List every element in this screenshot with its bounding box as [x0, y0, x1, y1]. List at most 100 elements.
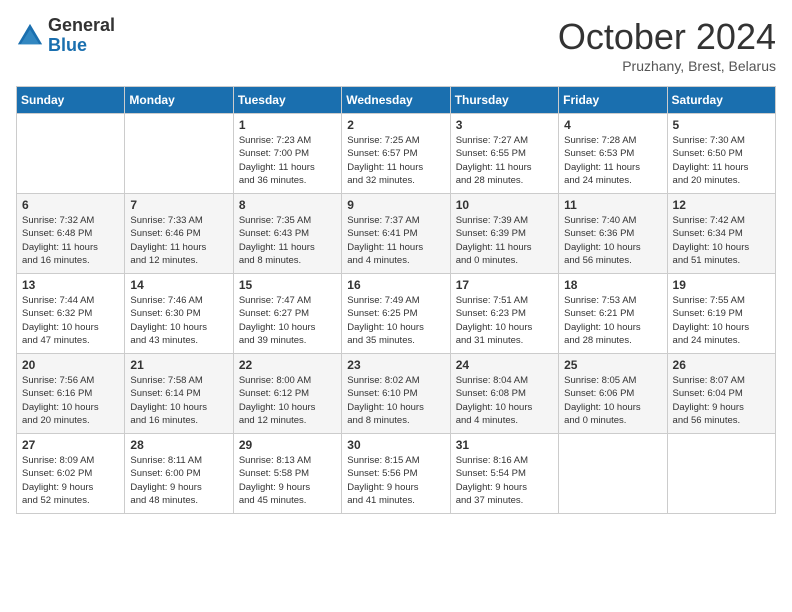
calendar-cell: 24 Sunrise: 8:04 AM Sunset: 6:08 PM Dayli… [450, 354, 558, 434]
week-row-5: 27 Sunrise: 8:09 AM Sunset: 6:02 PM Dayli… [17, 434, 776, 514]
day-info: Sunrise: 8:13 AM Sunset: 5:58 PM Dayligh… [239, 454, 336, 507]
day-header-wednesday: Wednesday [342, 87, 450, 114]
day-number: 10 [456, 198, 553, 212]
day-header-sunday: Sunday [17, 87, 125, 114]
day-header-tuesday: Tuesday [233, 87, 341, 114]
calendar-cell: 18Sunrise: 7:53 AM Sunset: 6:21 PM Dayli… [559, 274, 667, 354]
week-row-2: 6 Sunrise: 7:32 AM Sunset: 6:48 PM Daylig… [17, 194, 776, 274]
day-info: Sunrise: 7:53 AM Sunset: 6:21 PM Dayligh… [564, 294, 661, 347]
day-info: Sunrise: 8:00 AM Sunset: 6:12 PM Dayligh… [239, 374, 336, 427]
day-number: 1 [239, 118, 336, 132]
logo-general-text: General [48, 16, 115, 36]
day-info: Sunrise: 7:30 AM Sunset: 6:50 PM Dayligh… [673, 134, 770, 187]
calendar-cell: 22 Sunrise: 8:00 AM Sunset: 6:12 PM Dayli… [233, 354, 341, 434]
day-info: Sunrise: 8:02 AM Sunset: 6:10 PM Dayligh… [347, 374, 444, 427]
calendar-cell [125, 114, 233, 194]
day-number: 24 [456, 358, 553, 372]
day-info: Sunrise: 7:49 AM Sunset: 6:25 PM Dayligh… [347, 294, 444, 347]
day-info: Sunrise: 7:28 AM Sunset: 6:53 PM Dayligh… [564, 134, 661, 187]
day-info: Sunrise: 7:40 AM Sunset: 6:36 PM Dayligh… [564, 214, 661, 267]
day-number: 17 [456, 278, 553, 292]
calendar-cell: 26 Sunrise: 8:07 AM Sunset: 6:04 PM Dayli… [667, 354, 775, 434]
day-number: 15 [239, 278, 336, 292]
calendar-cell: 4Sunrise: 7:28 AM Sunset: 6:53 PM Daylig… [559, 114, 667, 194]
day-info: Sunrise: 7:25 AM Sunset: 6:57 PM Dayligh… [347, 134, 444, 187]
calendar-cell: 16Sunrise: 7:49 AM Sunset: 6:25 PM Dayli… [342, 274, 450, 354]
title-block: October 2024 Pruzhany, Brest, Belarus [558, 16, 776, 74]
calendar-cell: 20Sunrise: 7:56 AM Sunset: 6:16 PM Dayli… [17, 354, 125, 434]
calendar-cell: 7Sunrise: 7:33 AM Sunset: 6:46 PM Daylig… [125, 194, 233, 274]
calendar-cell: 14 Sunrise: 7:46 AM Sunset: 6:30 PM Dayli… [125, 274, 233, 354]
calendar-cell: 13 Sunrise: 7:44 AM Sunset: 6:32 PM Dayli… [17, 274, 125, 354]
day-info: Sunrise: 8:11 AM Sunset: 6:00 PM Dayligh… [130, 454, 227, 507]
day-number: 31 [456, 438, 553, 452]
day-number: 14 [130, 278, 227, 292]
day-number: 29 [239, 438, 336, 452]
calendar-cell: 25Sunrise: 8:05 AM Sunset: 6:06 PM Dayli… [559, 354, 667, 434]
day-number: 30 [347, 438, 444, 452]
calendar-cell: 21Sunrise: 7:58 AM Sunset: 6:14 PM Dayli… [125, 354, 233, 434]
day-number: 13 [22, 278, 119, 292]
day-number: 12 [673, 198, 770, 212]
day-info: Sunrise: 7:46 AM Sunset: 6:30 PM Dayligh… [130, 294, 227, 347]
day-number: 7 [130, 198, 227, 212]
day-info: Sunrise: 7:32 AM Sunset: 6:48 PM Dayligh… [22, 214, 119, 267]
day-header-saturday: Saturday [667, 87, 775, 114]
day-number: 8 [239, 198, 336, 212]
calendar-cell [17, 114, 125, 194]
day-number: 3 [456, 118, 553, 132]
calendar-cell: 5 Sunrise: 7:30 AM Sunset: 6:50 PM Daylig… [667, 114, 775, 194]
location-subtitle: Pruzhany, Brest, Belarus [558, 58, 776, 74]
day-number: 22 [239, 358, 336, 372]
calendar-cell: 2 Sunrise: 7:25 AM Sunset: 6:57 PM Daylig… [342, 114, 450, 194]
day-info: Sunrise: 7:42 AM Sunset: 6:34 PM Dayligh… [673, 214, 770, 267]
week-row-4: 20Sunrise: 7:56 AM Sunset: 6:16 PM Dayli… [17, 354, 776, 434]
week-row-1: 1 Sunrise: 7:23 AM Sunset: 7:00 PM Daylig… [17, 114, 776, 194]
day-info: Sunrise: 7:39 AM Sunset: 6:39 PM Dayligh… [456, 214, 553, 267]
day-info: Sunrise: 8:15 AM Sunset: 5:56 PM Dayligh… [347, 454, 444, 507]
day-info: Sunrise: 8:16 AM Sunset: 5:54 PM Dayligh… [456, 454, 553, 507]
header-row: SundayMondayTuesdayWednesdayThursdayFrid… [17, 87, 776, 114]
day-number: 19 [673, 278, 770, 292]
day-header-friday: Friday [559, 87, 667, 114]
day-info: Sunrise: 8:09 AM Sunset: 6:02 PM Dayligh… [22, 454, 119, 507]
day-info: Sunrise: 7:35 AM Sunset: 6:43 PM Dayligh… [239, 214, 336, 267]
day-info: Sunrise: 7:56 AM Sunset: 6:16 PM Dayligh… [22, 374, 119, 427]
calendar-cell: 23 Sunrise: 8:02 AM Sunset: 6:10 PM Dayli… [342, 354, 450, 434]
day-info: Sunrise: 7:37 AM Sunset: 6:41 PM Dayligh… [347, 214, 444, 267]
logo-blue-text: Blue [48, 36, 115, 56]
day-info: Sunrise: 7:51 AM Sunset: 6:23 PM Dayligh… [456, 294, 553, 347]
day-number: 11 [564, 198, 661, 212]
day-number: 23 [347, 358, 444, 372]
day-number: 28 [130, 438, 227, 452]
calendar-cell: 11 Sunrise: 7:40 AM Sunset: 6:36 PM Dayli… [559, 194, 667, 274]
logo: General Blue [16, 16, 115, 56]
week-row-3: 13 Sunrise: 7:44 AM Sunset: 6:32 PM Dayli… [17, 274, 776, 354]
calendar-cell: 29 Sunrise: 8:13 AM Sunset: 5:58 PM Dayli… [233, 434, 341, 514]
day-number: 26 [673, 358, 770, 372]
day-number: 5 [673, 118, 770, 132]
calendar-cell [559, 434, 667, 514]
calendar-cell: 28 Sunrise: 8:11 AM Sunset: 6:00 PM Dayli… [125, 434, 233, 514]
calendar-cell: 30 Sunrise: 8:15 AM Sunset: 5:56 PM Dayli… [342, 434, 450, 514]
calendar-cell: 3 Sunrise: 7:27 AM Sunset: 6:55 PM Daylig… [450, 114, 558, 194]
calendar-cell: 31 Sunrise: 8:16 AM Sunset: 5:54 PM Dayli… [450, 434, 558, 514]
calendar-cell: 27 Sunrise: 8:09 AM Sunset: 6:02 PM Dayli… [17, 434, 125, 514]
calendar-cell: 1 Sunrise: 7:23 AM Sunset: 7:00 PM Daylig… [233, 114, 341, 194]
day-info: Sunrise: 8:04 AM Sunset: 6:08 PM Dayligh… [456, 374, 553, 427]
day-number: 9 [347, 198, 444, 212]
day-number: 27 [22, 438, 119, 452]
day-info: Sunrise: 7:23 AM Sunset: 7:00 PM Dayligh… [239, 134, 336, 187]
day-number: 6 [22, 198, 119, 212]
calendar-table: SundayMondayTuesdayWednesdayThursdayFrid… [16, 86, 776, 514]
calendar-cell: 8 Sunrise: 7:35 AM Sunset: 6:43 PM Daylig… [233, 194, 341, 274]
day-number: 2 [347, 118, 444, 132]
day-info: Sunrise: 7:44 AM Sunset: 6:32 PM Dayligh… [22, 294, 119, 347]
day-info: Sunrise: 7:27 AM Sunset: 6:55 PM Dayligh… [456, 134, 553, 187]
calendar-cell: 15Sunrise: 7:47 AM Sunset: 6:27 PM Dayli… [233, 274, 341, 354]
calendar-cell: 6 Sunrise: 7:32 AM Sunset: 6:48 PM Daylig… [17, 194, 125, 274]
day-info: Sunrise: 7:55 AM Sunset: 6:19 PM Dayligh… [673, 294, 770, 347]
page-header: General Blue October 2024 Pruzhany, Bres… [16, 16, 776, 74]
day-info: Sunrise: 8:07 AM Sunset: 6:04 PM Dayligh… [673, 374, 770, 427]
calendar-cell: 19 Sunrise: 7:55 AM Sunset: 6:19 PM Dayli… [667, 274, 775, 354]
